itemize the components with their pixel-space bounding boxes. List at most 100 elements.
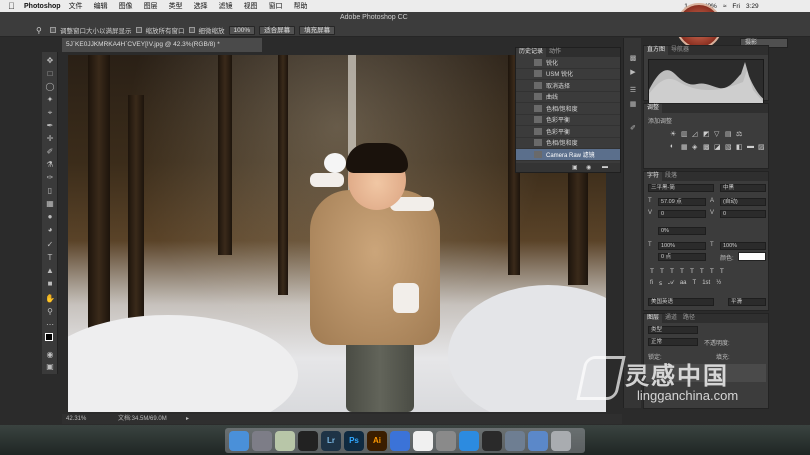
- history-item[interactable]: 色相/饱和度: [516, 103, 620, 115]
- exposure-adjustment-icon[interactable]: ◩: [703, 130, 710, 138]
- status-menu-arrow-icon[interactable]: ▸: [186, 414, 189, 424]
- ordinal-icon[interactable]: 1st: [702, 280, 710, 288]
- color-balance-adjustment-icon[interactable]: ⚖: [736, 130, 742, 138]
- history-brush-tool-icon[interactable]: ✑: [45, 173, 55, 183]
- alternates-icon[interactable]: aa: [680, 280, 687, 288]
- tracking-field[interactable]: 0: [720, 210, 766, 218]
- superscript-icon[interactable]: T: [690, 268, 694, 276]
- threshold-adjustment-icon[interactable]: ◧: [736, 143, 743, 151]
- zoom-all-windows-checkbox[interactable]: [135, 27, 142, 33]
- language-select[interactable]: 美国英语: [648, 298, 714, 306]
- fraction-icon[interactable]: ½: [716, 280, 721, 288]
- trash-icon[interactable]: ▬: [602, 164, 608, 170]
- move-tool-icon[interactable]: ✥: [45, 56, 55, 66]
- crop-tool-icon[interactable]: ⌖: [45, 108, 55, 118]
- faux-italic-icon[interactable]: T: [660, 268, 664, 276]
- antialias-select[interactable]: 平滑: [728, 298, 766, 306]
- document-tab[interactable]: 5J`KE0JJKMRKA4H`CVEY[IV.jpg @ 42.3%(RGB/…: [62, 38, 262, 52]
- camera-snapshot-icon[interactable]: ◉: [586, 164, 591, 171]
- history-item[interactable]: 色彩平衡: [516, 126, 620, 138]
- eraser-tool-icon[interactable]: ▯: [45, 186, 55, 196]
- dock-illustrator-icon[interactable]: Ai: [367, 430, 387, 451]
- actions-panel-icon[interactable]: ▶: [628, 68, 638, 76]
- strikethrough-icon[interactable]: T: [720, 268, 724, 276]
- dock-lightroom-icon[interactable]: Lr: [321, 430, 341, 451]
- brightness-adjustment-icon[interactable]: ☀: [670, 130, 676, 138]
- menu-filter[interactable]: 滤镜: [219, 1, 233, 11]
- wifi-icon[interactable]: ≈: [723, 3, 727, 10]
- tab-character[interactable]: 字符: [644, 172, 663, 181]
- history-item[interactable]: 曲线: [516, 92, 620, 103]
- type-tool-icon[interactable]: T: [45, 253, 55, 263]
- titling-icon[interactable]: T: [693, 280, 697, 288]
- blur-tool-icon[interactable]: ●: [45, 212, 55, 222]
- lasso-tool-icon[interactable]: ◯: [45, 82, 55, 92]
- clock[interactable]: 3:29: [746, 3, 780, 10]
- ligature-icon[interactable]: fi: [650, 280, 653, 288]
- app-menu[interactable]: Photoshop: [24, 3, 61, 10]
- dock-qq-icon[interactable]: [298, 430, 318, 451]
- zoom-100-button[interactable]: 100%: [228, 25, 256, 35]
- hand-tool-icon[interactable]: ✋: [45, 294, 55, 304]
- discretionary-icon[interactable]: ꜱ: [659, 280, 662, 288]
- history-item[interactable]: 取消选择: [516, 80, 620, 92]
- bw-adjustment-icon[interactable]: ◐: [670, 143, 674, 150]
- dock-finder-icon[interactable]: [229, 430, 249, 451]
- levels-adjustment-icon[interactable]: ▥: [681, 130, 688, 138]
- history-panel-icon[interactable]: ▩: [628, 54, 638, 62]
- resize-windows-checkbox[interactable]: [50, 27, 56, 33]
- path-select-tool-icon[interactable]: ▲: [45, 266, 55, 276]
- photo-filter-adjustment-icon[interactable]: ▦: [681, 143, 688, 151]
- history-item[interactable]: USM 锐化: [516, 69, 620, 80]
- dock-preview-icon[interactable]: [275, 430, 295, 451]
- tab-actions[interactable]: 动作: [546, 48, 564, 57]
- blend-mode-select[interactable]: 正常: [648, 338, 698, 346]
- dock-photos-icon[interactable]: [413, 430, 433, 451]
- screen-mode-icon[interactable]: ▣: [45, 362, 55, 372]
- gradient-map-adjustment-icon[interactable]: ▬: [747, 143, 754, 150]
- apple-menu-icon[interactable]: : [8, 0, 18, 12]
- history-item[interactable]: 色相/饱和度: [516, 138, 620, 149]
- gradient-tool-icon[interactable]: ▦: [45, 199, 55, 209]
- font-size-field[interactable]: 57.09 点: [658, 198, 706, 206]
- subscript-icon[interactable]: T: [700, 268, 704, 276]
- dock-baidu-netdisk-icon[interactable]: [390, 430, 410, 451]
- font-style-select[interactable]: 中黑: [720, 184, 766, 192]
- menu-file[interactable]: 文件: [69, 1, 83, 11]
- zoom-level[interactable]: 42.31%: [66, 414, 86, 424]
- selective-color-adjustment-icon[interactable]: ▨: [758, 143, 765, 151]
- dock-image-capture-icon[interactable]: [505, 430, 525, 451]
- zoom-tool-icon[interactable]: ⚲: [36, 26, 42, 35]
- dock-downloads-icon[interactable]: [528, 430, 548, 451]
- tab-adjustments[interactable]: 调整: [644, 104, 663, 113]
- menu-help[interactable]: 帮助: [294, 1, 308, 11]
- clone-stamp-tool-icon[interactable]: ⚗: [45, 160, 55, 170]
- menu-edit[interactable]: 编辑: [94, 1, 108, 11]
- more-tools-icon[interactable]: ⋯: [45, 320, 55, 330]
- small-caps-icon[interactable]: T: [680, 268, 684, 276]
- quick-mask-icon[interactable]: ◉: [45, 350, 55, 360]
- eyedropper-tool-icon[interactable]: ✒: [45, 121, 55, 131]
- faux-bold-icon[interactable]: T: [650, 268, 654, 276]
- brush-tool-icon[interactable]: ✐: [45, 147, 55, 157]
- tab-layers[interactable]: 图层: [644, 314, 663, 323]
- tab-paths[interactable]: 路径: [680, 314, 698, 323]
- fit-screen-button[interactable]: 适合屏幕: [259, 25, 296, 35]
- underline-icon[interactable]: T: [710, 268, 714, 276]
- dock-system-preferences-icon[interactable]: [436, 430, 456, 451]
- kerning-field[interactable]: 0: [658, 210, 706, 218]
- menu-image[interactable]: 图像: [119, 1, 133, 11]
- vertical-scale-field[interactable]: 100%: [658, 242, 706, 250]
- baseline-shift-field[interactable]: 0 点: [658, 253, 706, 261]
- shape-tool-icon[interactable]: ■: [45, 279, 55, 289]
- font-family-select[interactable]: 三平黑-简: [648, 184, 714, 192]
- brush-panel-icon[interactable]: ✐: [628, 124, 638, 132]
- curves-adjustment-icon[interactable]: ◿: [692, 130, 697, 138]
- dock-photoshop-icon[interactable]: Ps: [344, 430, 364, 451]
- dock-qq-browser-icon[interactable]: [459, 430, 479, 451]
- foreground-color-swatch[interactable]: [45, 333, 53, 341]
- menu-type[interactable]: 类型: [169, 1, 183, 11]
- dock-launchpad-icon[interactable]: [252, 430, 272, 451]
- new-document-icon[interactable]: ▣: [572, 164, 578, 171]
- scrubby-zoom-checkbox[interactable]: [188, 27, 195, 33]
